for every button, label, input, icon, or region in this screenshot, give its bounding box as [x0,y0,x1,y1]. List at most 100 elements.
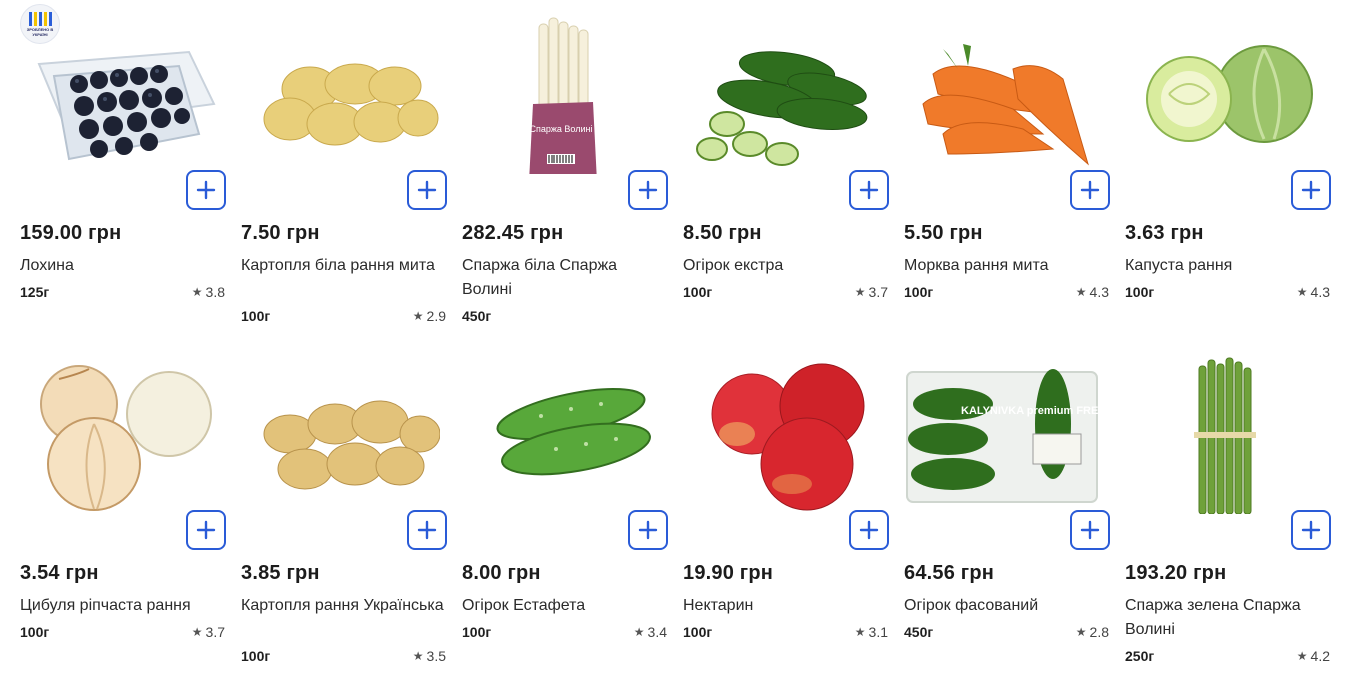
product-meta: 125г ★ 3.8 [20,284,225,300]
product-card[interactable]: 5.50 грн Морква рання мита 100г ★ 4.3 [893,0,1114,340]
product-price: 159.00 грн [20,222,122,244]
plus-icon [417,520,437,540]
product-card[interactable]: 19.90 грн Нектарин 100г ★ 3.1 [672,340,893,679]
add-to-cart-button[interactable] [407,170,447,210]
product-card[interactable]: 8.50 грн Огірок екстра 100г ★ 3.7 [672,0,893,340]
product-image-cabbage[interactable] [1124,14,1324,174]
product-weight: 100г [20,624,50,640]
product-card[interactable]: 3.54 грн Цибуля ріпчаста рання 100г ★ 3.7 [9,340,230,679]
star-icon: ★ [191,625,203,639]
product-image-white-asparagus[interactable]: Спаржа Волині [461,14,661,174]
add-to-cart-button[interactable] [628,170,668,210]
add-to-cart-button[interactable] [407,510,447,550]
product-price: 282.45 грн [462,222,564,244]
product-weight: 100г [241,648,271,664]
product-image-onions[interactable] [19,354,219,514]
product-weight: 100г [904,284,934,300]
star-icon: ★ [1075,625,1087,639]
product-name[interactable]: Цибуля ріпчаста рання [20,594,225,618]
product-price: 3.85 грн [241,562,320,584]
product-meta: 100г ★ 4.3 [904,284,1109,300]
product-rating: ★ 2.9 [412,308,446,324]
product-name[interactable]: Лохина [20,254,225,278]
product-image-cucumbers[interactable] [461,354,661,514]
plus-icon [1080,180,1100,200]
plus-icon [196,520,216,540]
product-card[interactable]: 159.00 грн Лохина 125г ★ 3.8 [9,0,230,340]
product-price: 3.54 грн [20,562,99,584]
product-card[interactable]: 7.50 грн Картопля біла рання мита 100г ★… [230,0,451,340]
product-card[interactable]: 3.85 грн Картопля рання Українська 100г … [230,340,451,679]
product-name[interactable]: Нектарин [683,594,888,618]
add-to-cart-button[interactable] [1291,170,1331,210]
product-rating: ★ 2.8 [1075,624,1109,640]
asparagus-label: Спаржа Волині [530,124,593,134]
product-meta: 100г ★ 4.3 [1125,284,1330,300]
star-icon: ★ [1296,285,1308,299]
product-price: 8.00 грн [462,562,541,584]
product-price: 3.63 грн [1125,222,1204,244]
product-card[interactable]: 3.63 грн Капуста рання 100г ★ 4.3 [1114,0,1335,340]
product-image-potatoes-white[interactable] [240,14,440,174]
plus-icon [638,180,658,200]
product-rating: ★ 3.8 [191,284,225,300]
product-meta: 100г ★ 3.5 [241,648,446,664]
product-name[interactable]: Морква рання мита [904,254,1109,278]
star-icon: ★ [854,625,866,639]
product-weight: 100г [241,308,271,324]
add-to-cart-button[interactable] [1070,510,1110,550]
product-card[interactable]: 8.00 грн Огірок Естафета 100г ★ 3.4 [451,340,672,679]
add-to-cart-button[interactable] [849,510,889,550]
product-weight: 100г [683,624,713,640]
add-to-cart-button[interactable] [1291,510,1331,550]
product-price: 7.50 грн [241,222,320,244]
product-rating: ★ 3.5 [412,648,446,664]
product-card[interactable]: Спаржа Волині 282.45 грн Спаржа біла Спа… [451,0,672,340]
product-name[interactable]: Картопля біла рання мита [241,254,446,278]
product-card[interactable]: KALYNIVKA premium FRESH & TASTY 64.56 гр… [893,340,1114,679]
product-weight: 125г [20,284,50,300]
product-name[interactable]: Картопля рання Українська [241,594,446,618]
plus-icon [638,520,658,540]
product-price: 8.50 грн [683,222,762,244]
product-meta: 450г [462,308,667,324]
plus-icon [196,180,216,200]
product-meta: 100г ★ 3.4 [462,624,667,640]
star-icon: ★ [633,625,645,639]
product-name[interactable]: Огірок Естафета [462,594,667,618]
product-rating: ★ 4.3 [1075,284,1109,300]
product-name[interactable]: Капуста рання [1125,254,1330,278]
package-label: KALYNIVKA premium FRESH & TASTY [961,405,1103,417]
product-rating: ★ 4.2 [1296,648,1330,664]
add-to-cart-button[interactable] [1070,170,1110,210]
product-name[interactable]: Спаржа біла Спаржа Волині [462,254,667,302]
product-meta: 100г ★ 3.7 [20,624,225,640]
product-image-green-asparagus[interactable] [1124,354,1324,514]
product-image-cucumbers-sliced[interactable] [682,14,882,174]
add-to-cart-button[interactable] [849,170,889,210]
star-icon: ★ [191,285,203,299]
product-image-potatoes-young[interactable] [240,354,440,514]
product-name[interactable]: Спаржа зелена Спаржа Волині [1125,594,1330,642]
product-price: 64.56 грн [904,562,995,584]
add-to-cart-button[interactable] [628,510,668,550]
product-price: 5.50 грн [904,222,983,244]
star-icon: ★ [1296,649,1308,663]
product-price: 19.90 грн [683,562,774,584]
product-rating: ★ 3.1 [854,624,888,640]
add-to-cart-button[interactable] [186,510,226,550]
product-image-packed-cucumbers[interactable]: KALYNIVKA premium FRESH & TASTY [903,354,1103,514]
plus-icon [859,520,879,540]
product-image-blueberries[interactable] [19,14,219,174]
product-grid: 159.00 грн Лохина 125г ★ 3.8 7.50 грн Ка… [0,0,1366,679]
star-icon: ★ [412,649,424,663]
product-meta: 450г ★ 2.8 [904,624,1109,640]
star-icon: ★ [854,285,866,299]
product-image-carrots[interactable] [903,14,1103,174]
product-image-nectarines[interactable] [682,354,882,514]
product-name[interactable]: Огірок екстра [683,254,888,278]
product-name[interactable]: Огірок фасований [904,594,1109,618]
add-to-cart-button[interactable] [186,170,226,210]
product-card[interactable]: 193.20 грн Спаржа зелена Спаржа Волині 2… [1114,340,1335,679]
product-weight: 100г [683,284,713,300]
